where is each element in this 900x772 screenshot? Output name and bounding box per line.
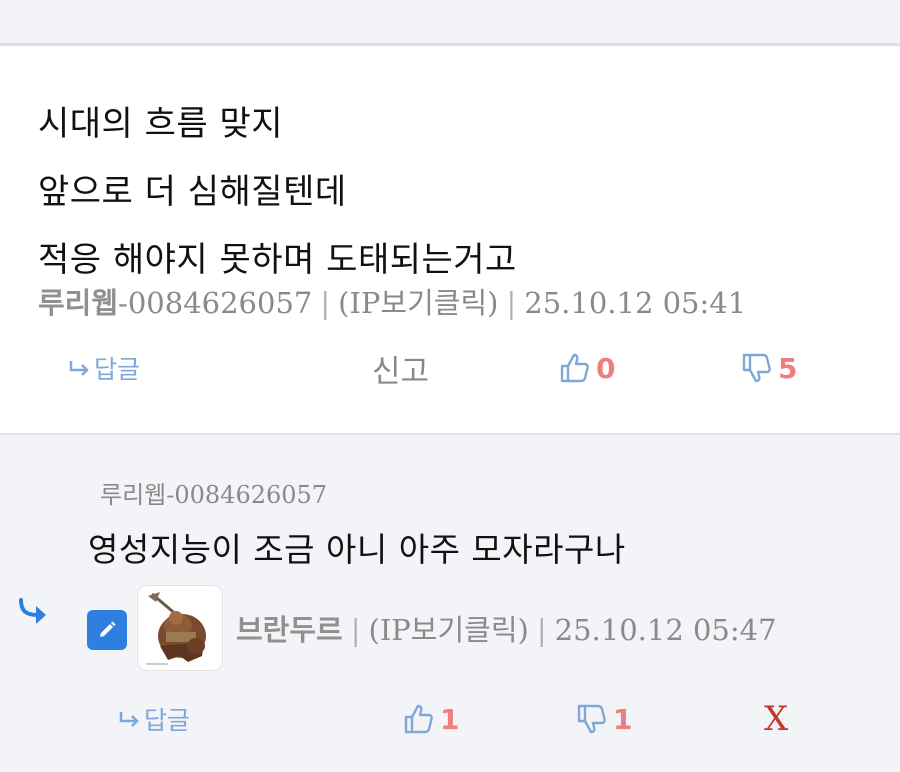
report-label: 신고	[372, 353, 430, 390]
upvote-button[interactable]: 1	[402, 697, 459, 741]
meta-separator: |	[320, 286, 331, 320]
reply-button[interactable]: 답글	[118, 697, 190, 741]
reply-indicator-icon	[19, 598, 46, 624]
author-nickname[interactable]: 루리웹	[38, 286, 118, 320]
warrior-avatar-image	[138, 586, 222, 670]
comment-1: 시대의 흐름 맞지 앞으로 더 심해질텐데 적응 해야지 못하며 도태되는거고 …	[0, 46, 900, 434]
comment-1-line: 시대의 흐름 맞지	[38, 104, 284, 144]
thumbs-down-icon	[577, 704, 606, 734]
meta-separator: |	[350, 613, 361, 647]
author-nickname[interactable]: 브란두르	[236, 613, 343, 647]
reply-target: 루리웹-0084626057	[100, 475, 327, 510]
reply-label: 답글	[94, 355, 141, 384]
downvote-button[interactable]: 5	[740, 346, 797, 390]
top-band	[0, 0, 900, 43]
timestamp: 25.10.12 05:47	[554, 613, 777, 647]
ip-view-link[interactable]: (IP보기클릭)	[338, 286, 498, 320]
meta-separator: |	[506, 286, 517, 320]
reply-label: 답글	[144, 706, 191, 735]
upvote-button[interactable]: 0	[558, 346, 615, 390]
thumbs-down-icon	[742, 353, 771, 383]
upvote-count: 1	[440, 702, 460, 736]
reply-target-id: -0084626057	[166, 481, 328, 509]
comment-2-body: 영성지능이 조금 아니 아주 모자라구나	[88, 530, 626, 569]
avatar[interactable]	[137, 585, 223, 671]
reply-target-nickname: 루리웹	[100, 481, 167, 509]
author-id: -0084626057	[118, 286, 313, 320]
report-button[interactable]: 신고	[372, 346, 429, 390]
comment-2-actions: 답글 1 1 X	[0, 697, 900, 741]
timestamp: 25.10.12 05:41	[524, 286, 747, 320]
reply-button[interactable]: 답글	[68, 346, 140, 390]
ip-view-link[interactable]: (IP보기클릭)	[369, 613, 529, 647]
delete-button[interactable]: X	[764, 697, 788, 741]
comment-1-line: 앞으로 더 심해질텐데	[38, 172, 347, 212]
comment-2-reply: 루리웹-0084626057 영성지능이 조금 아니 아주 모자라구나 브란두르…	[0, 435, 900, 772]
upvote-count: 0	[596, 351, 616, 385]
comment-1-actions: 답글 신고 0 5	[0, 346, 900, 390]
downvote-button[interactable]: 1	[575, 697, 632, 741]
delete-label: X	[764, 699, 789, 739]
pencil-icon	[100, 621, 116, 637]
meta-separator: |	[536, 613, 547, 647]
reply-arrow-icon	[119, 712, 139, 727]
thumbs-up-icon	[404, 704, 433, 734]
reply-arrow-icon	[69, 361, 89, 376]
thumbs-up-icon	[560, 353, 589, 383]
comment-1-meta: 루리웹-0084626057 | (IP보기클릭) | 25.10.12 05:41	[38, 280, 746, 322]
comment-2-meta: 브란두르 | (IP보기클릭) | 25.10.12 05:47	[236, 607, 777, 649]
downvote-count: 5	[778, 351, 798, 385]
comment-1-body: 시대의 흐름 맞지 앞으로 더 심해질텐데 적응 해야지 못하며 도태되는거고	[38, 90, 517, 294]
downvote-count: 1	[613, 702, 633, 736]
pencil-edit-icon[interactable]	[87, 610, 127, 650]
